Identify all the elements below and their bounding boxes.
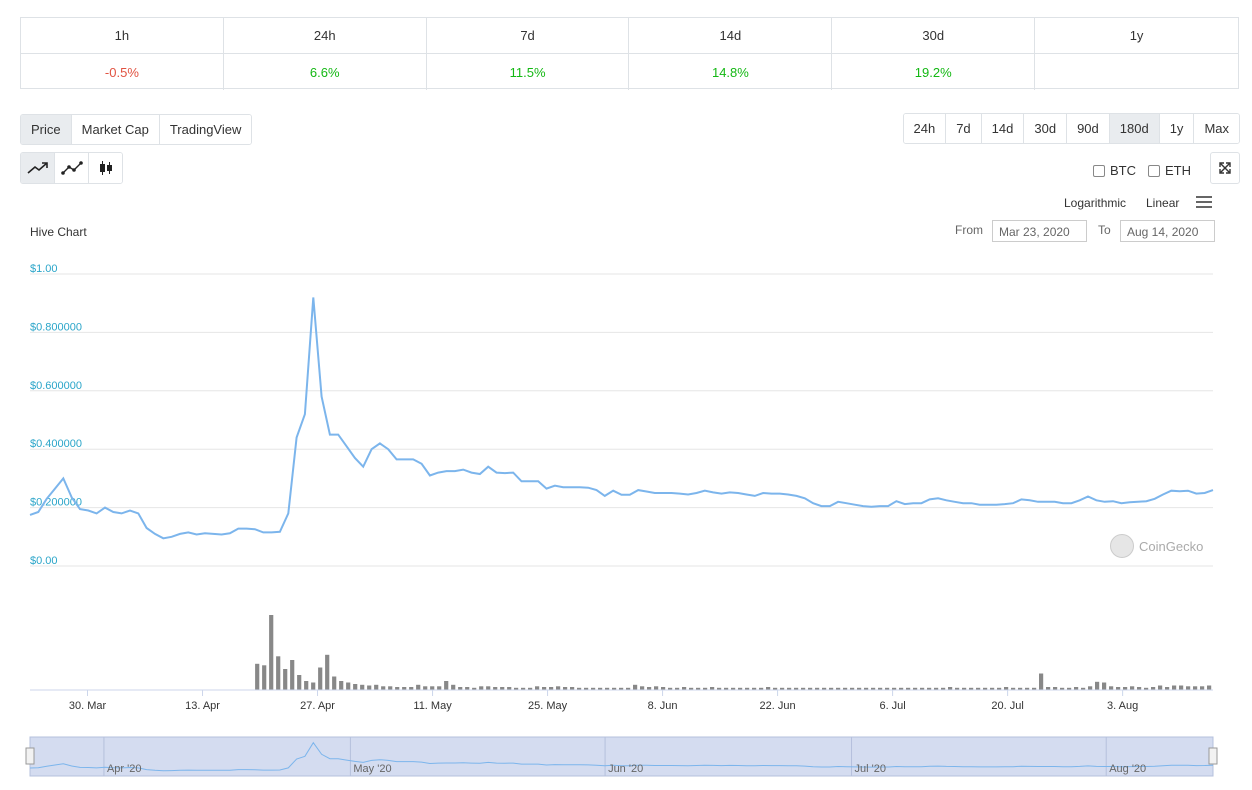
volume-bar [262,665,267,691]
volume-bar [325,654,330,691]
volume-bar [1039,673,1044,690]
navigator-tick-label: May '20 [353,763,391,775]
volume-bar [283,669,288,690]
volume-bar [276,656,281,691]
volume-bar [269,615,274,690]
volume-bar [353,684,358,690]
navigator-handle-left[interactable] [25,747,35,765]
volume-bar [1172,685,1177,690]
watermark-text: CoinGecko [1139,538,1204,554]
x-tick-label: 11. May [413,700,452,712]
volume-bar [346,682,351,690]
volume-bar [1158,685,1163,690]
volume-bar [1102,682,1107,690]
x-tick-label: 13. Apr [185,700,220,712]
x-tick-label: 27. Apr [300,700,335,712]
x-tick-label: 3. Aug [1107,700,1138,712]
volume-bar [1207,685,1212,690]
volume-bar [332,676,337,690]
navigator-tick-label: Aug '20 [1109,763,1146,775]
y-tick-label: $0.00 [30,555,58,567]
x-tick-label: 20. Jul [991,700,1023,712]
navigator-tick-label: Jun '20 [608,763,643,775]
price-series-line [29,297,1214,540]
volume-bar [311,682,316,690]
volume-bar [290,660,295,690]
volume-bar [367,685,372,690]
volume-bar [297,675,302,690]
y-tick-label: $1.00 [30,263,58,275]
price-chart: $1.00$0.800000$0.600000$0.400000$0.20000… [25,263,1218,777]
navigator-tick-label: Apr '20 [107,763,142,775]
volume-bar [255,663,260,691]
x-tick-label: 6. Jul [879,700,905,712]
x-tick-label: 25. May [528,700,568,712]
volume-bar [444,681,449,690]
volume-bar [318,667,323,690]
coingecko-logo-icon [1110,534,1134,558]
volume-bar [1179,685,1184,690]
volume-bar [416,684,421,691]
x-tick-label: 8. Jun [648,700,678,712]
volume-bar [1095,681,1100,691]
volume-bar [360,684,365,691]
navigator-handle-right[interactable] [1208,747,1218,765]
x-tick-label: 22. Jun [760,700,796,712]
y-tick-label: $0.400000 [30,438,82,450]
volume-bar [304,681,309,690]
navigator-tick-label: Jul '20 [855,763,886,775]
y-tick-label: $0.600000 [30,380,82,392]
volume-bar [339,681,344,690]
volume-bar [633,684,638,691]
coingecko-watermark: CoinGecko [1110,534,1203,558]
y-tick-label: $0.800000 [30,321,82,333]
volume-bar [451,684,456,691]
volume-bar [374,684,379,691]
x-tick-label: 30. Mar [69,700,107,712]
